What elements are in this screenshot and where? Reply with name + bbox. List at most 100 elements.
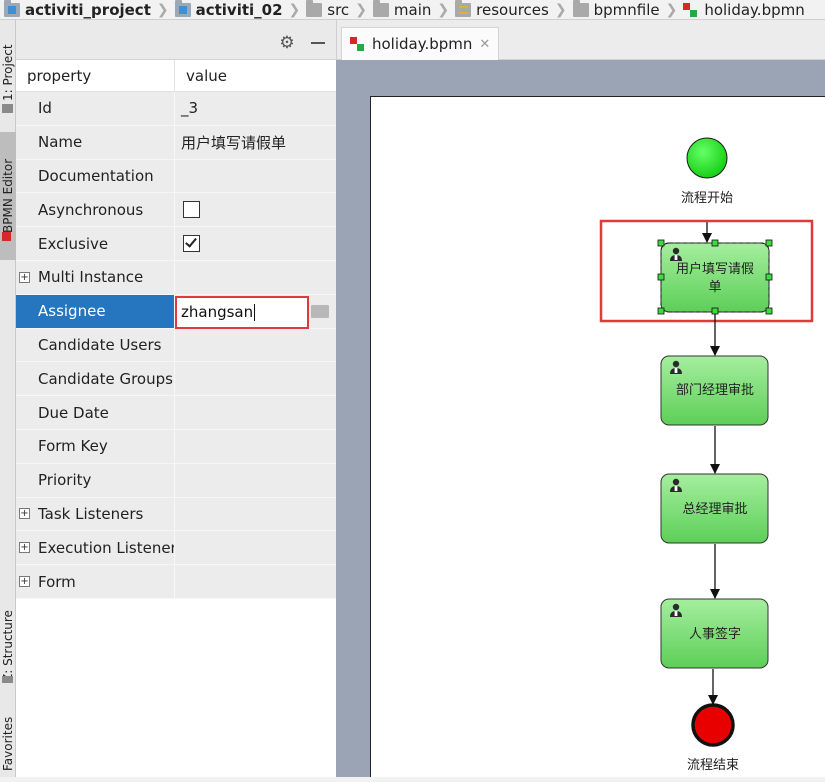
expand-plus-icon[interactable]: + — [19, 271, 30, 283]
assignee-value: zhangsan — [181, 302, 254, 321]
user-task-general-manager[interactable]: 总经理审批 — [660, 473, 769, 544]
breadcrumb-item-bpmnfile[interactable]: bpmnfile — [569, 0, 664, 19]
property-label: Assignee — [38, 302, 106, 321]
editor-tab-bar: holiday.bpmn ✕ — [336, 20, 825, 60]
gear-icon[interactable]: ⚙ — [278, 34, 296, 52]
end-event[interactable] — [691, 703, 735, 747]
resize-handle[interactable] — [711, 307, 719, 315]
property-value[interactable]: 用户填写请假单 — [181, 132, 286, 153]
properties-panel: ⚙ property value Id _3 Name 用户填写请假单 Docu… — [16, 20, 336, 777]
chevron-right-icon: ❯ — [156, 1, 169, 18]
property-row-priority[interactable]: Priority — [16, 463, 336, 498]
minimize-icon[interactable] — [311, 42, 325, 44]
text-cursor — [254, 303, 256, 321]
folder-icon — [306, 0, 323, 17]
task-label: 总经理审批 — [682, 502, 747, 517]
assignee-input[interactable]: zhangsan — [175, 295, 309, 329]
expand-plus-icon[interactable]: + — [19, 508, 30, 520]
property-label: Form Key — [38, 437, 108, 456]
property-label: Task Listeners — [38, 504, 144, 523]
property-row-task-listeners[interactable]: + Task Listeners — [16, 497, 336, 532]
task-label: 用户填写请假 — [676, 261, 754, 277]
task-label: 单 — [708, 280, 721, 295]
end-event-label: 流程结束 — [687, 758, 739, 773]
resources-folder-icon — [455, 0, 472, 17]
property-row-assignee[interactable]: Assignee zhangsan — [16, 294, 336, 329]
property-value[interactable]: _3 — [181, 99, 198, 117]
editor-tab-holiday[interactable]: holiday.bpmn ✕ — [341, 27, 500, 60]
property-row-form[interactable]: + Form — [16, 565, 336, 599]
property-row-execution-listeners[interactable]: + Execution Listeners — [16, 531, 336, 566]
property-row-exclusive[interactable]: Exclusive — [16, 227, 336, 261]
folder-icon — [372, 0, 389, 17]
property-row-form-key[interactable]: Form Key — [16, 429, 336, 464]
close-icon[interactable]: ✕ — [479, 37, 490, 52]
project-tool-tab[interactable]: 1: Project — [0, 34, 16, 112]
resize-handle[interactable] — [657, 239, 665, 247]
resize-handle[interactable] — [765, 239, 773, 247]
chevron-right-icon: ❯ — [437, 1, 450, 18]
resize-handle[interactable] — [765, 307, 773, 315]
property-row-candidate-groups[interactable]: Candidate Groups — [16, 362, 336, 397]
favorites-tool-tab[interactable]: Favorites — [0, 710, 16, 777]
property-row-documentation[interactable]: Documentation — [16, 159, 336, 194]
property-row-asynchronous[interactable]: Asynchronous — [16, 193, 336, 228]
resize-handle[interactable] — [711, 239, 719, 247]
breadcrumb-item-project[interactable]: activiti_project — [0, 0, 155, 19]
properties-table: property value Id _3 Name 用户填写请假单 Docume… — [16, 60, 336, 599]
breadcrumb-item-file[interactable]: holiday.bpmn — [679, 0, 808, 19]
property-column-header[interactable]: property — [16, 60, 175, 91]
chevron-right-icon: ❯ — [554, 1, 567, 18]
tool-window-strip: 1: Project BPMN Editor Z: Structure Favo… — [0, 20, 16, 777]
diagram-canvas[interactable]: 流程开始 用户填写请假 单 部门经理审批 总经理审批 人事签字 流程结束 — [370, 96, 825, 777]
breadcrumb-label: activiti_02 — [195, 0, 283, 19]
property-label: Candidate Users — [38, 335, 162, 354]
expand-plus-icon[interactable]: + — [19, 576, 30, 588]
property-label: Form — [38, 572, 76, 591]
property-row-due-date[interactable]: Due Date — [16, 396, 336, 430]
browse-folder-icon[interactable] — [311, 304, 329, 318]
user-task-dept-manager[interactable]: 部门经理审批 — [660, 355, 769, 426]
user-task-hr-sign[interactable]: 人事签字 — [660, 598, 769, 669]
task-label: 人事签字 — [689, 626, 741, 642]
bpmn-file-icon — [2, 232, 11, 241]
resize-handle[interactable] — [657, 307, 665, 315]
breadcrumb-label: bpmnfile — [593, 0, 660, 19]
property-label: Asynchronous — [38, 200, 144, 219]
asynchronous-checkbox[interactable] — [183, 201, 200, 219]
table-header: property value — [16, 60, 336, 92]
breadcrumb-label: holiday.bpmn — [704, 0, 805, 19]
property-label: Name — [38, 133, 83, 152]
breadcrumb-label: main — [393, 0, 432, 19]
user-task-fill-form[interactable]: 用户填写请假 单 — [657, 239, 773, 315]
property-row-id[interactable]: Id _3 — [16, 92, 336, 126]
bpmn-editor-tab-label: BPMN Editor — [1, 158, 15, 234]
task-label: 部门经理审批 — [676, 383, 754, 398]
breadcrumb-label: resources — [476, 0, 549, 19]
breadcrumb: activiti_project ❯ activiti_02 ❯ src ❯ m… — [0, 0, 825, 20]
property-row-candidate-users[interactable]: Candidate Users — [16, 328, 336, 363]
value-column-header[interactable]: value — [175, 60, 227, 91]
property-label: Execution Listeners — [38, 538, 175, 557]
resize-handle[interactable] — [657, 273, 665, 281]
property-label: Id — [38, 99, 52, 118]
exclusive-checkbox[interactable] — [183, 235, 200, 253]
property-row-multi-instance[interactable]: + Multi Instance — [16, 260, 336, 295]
breadcrumb-label: activiti_project — [25, 0, 151, 19]
breadcrumb-item-main[interactable]: main — [369, 0, 435, 19]
chevron-right-icon: ❯ — [355, 1, 367, 18]
chevron-right-icon: ❯ — [288, 1, 301, 18]
start-event[interactable] — [686, 137, 728, 179]
module-folder-icon — [4, 0, 20, 17]
breadcrumb-item-module[interactable]: activiti_02 — [171, 0, 287, 19]
folder-icon — [2, 104, 13, 113]
editor-tab-label: holiday.bpmn — [372, 35, 473, 53]
folder-icon — [572, 0, 589, 17]
breadcrumb-label: src — [327, 0, 350, 19]
breadcrumb-item-resources[interactable]: resources — [451, 0, 553, 19]
property-label: Candidate Groups — [38, 369, 173, 388]
resize-handle[interactable] — [765, 273, 773, 281]
breadcrumb-item-src[interactable]: src — [302, 0, 353, 19]
expand-plus-icon[interactable]: + — [19, 542, 30, 554]
property-row-name[interactable]: Name 用户填写请假单 — [16, 125, 336, 160]
